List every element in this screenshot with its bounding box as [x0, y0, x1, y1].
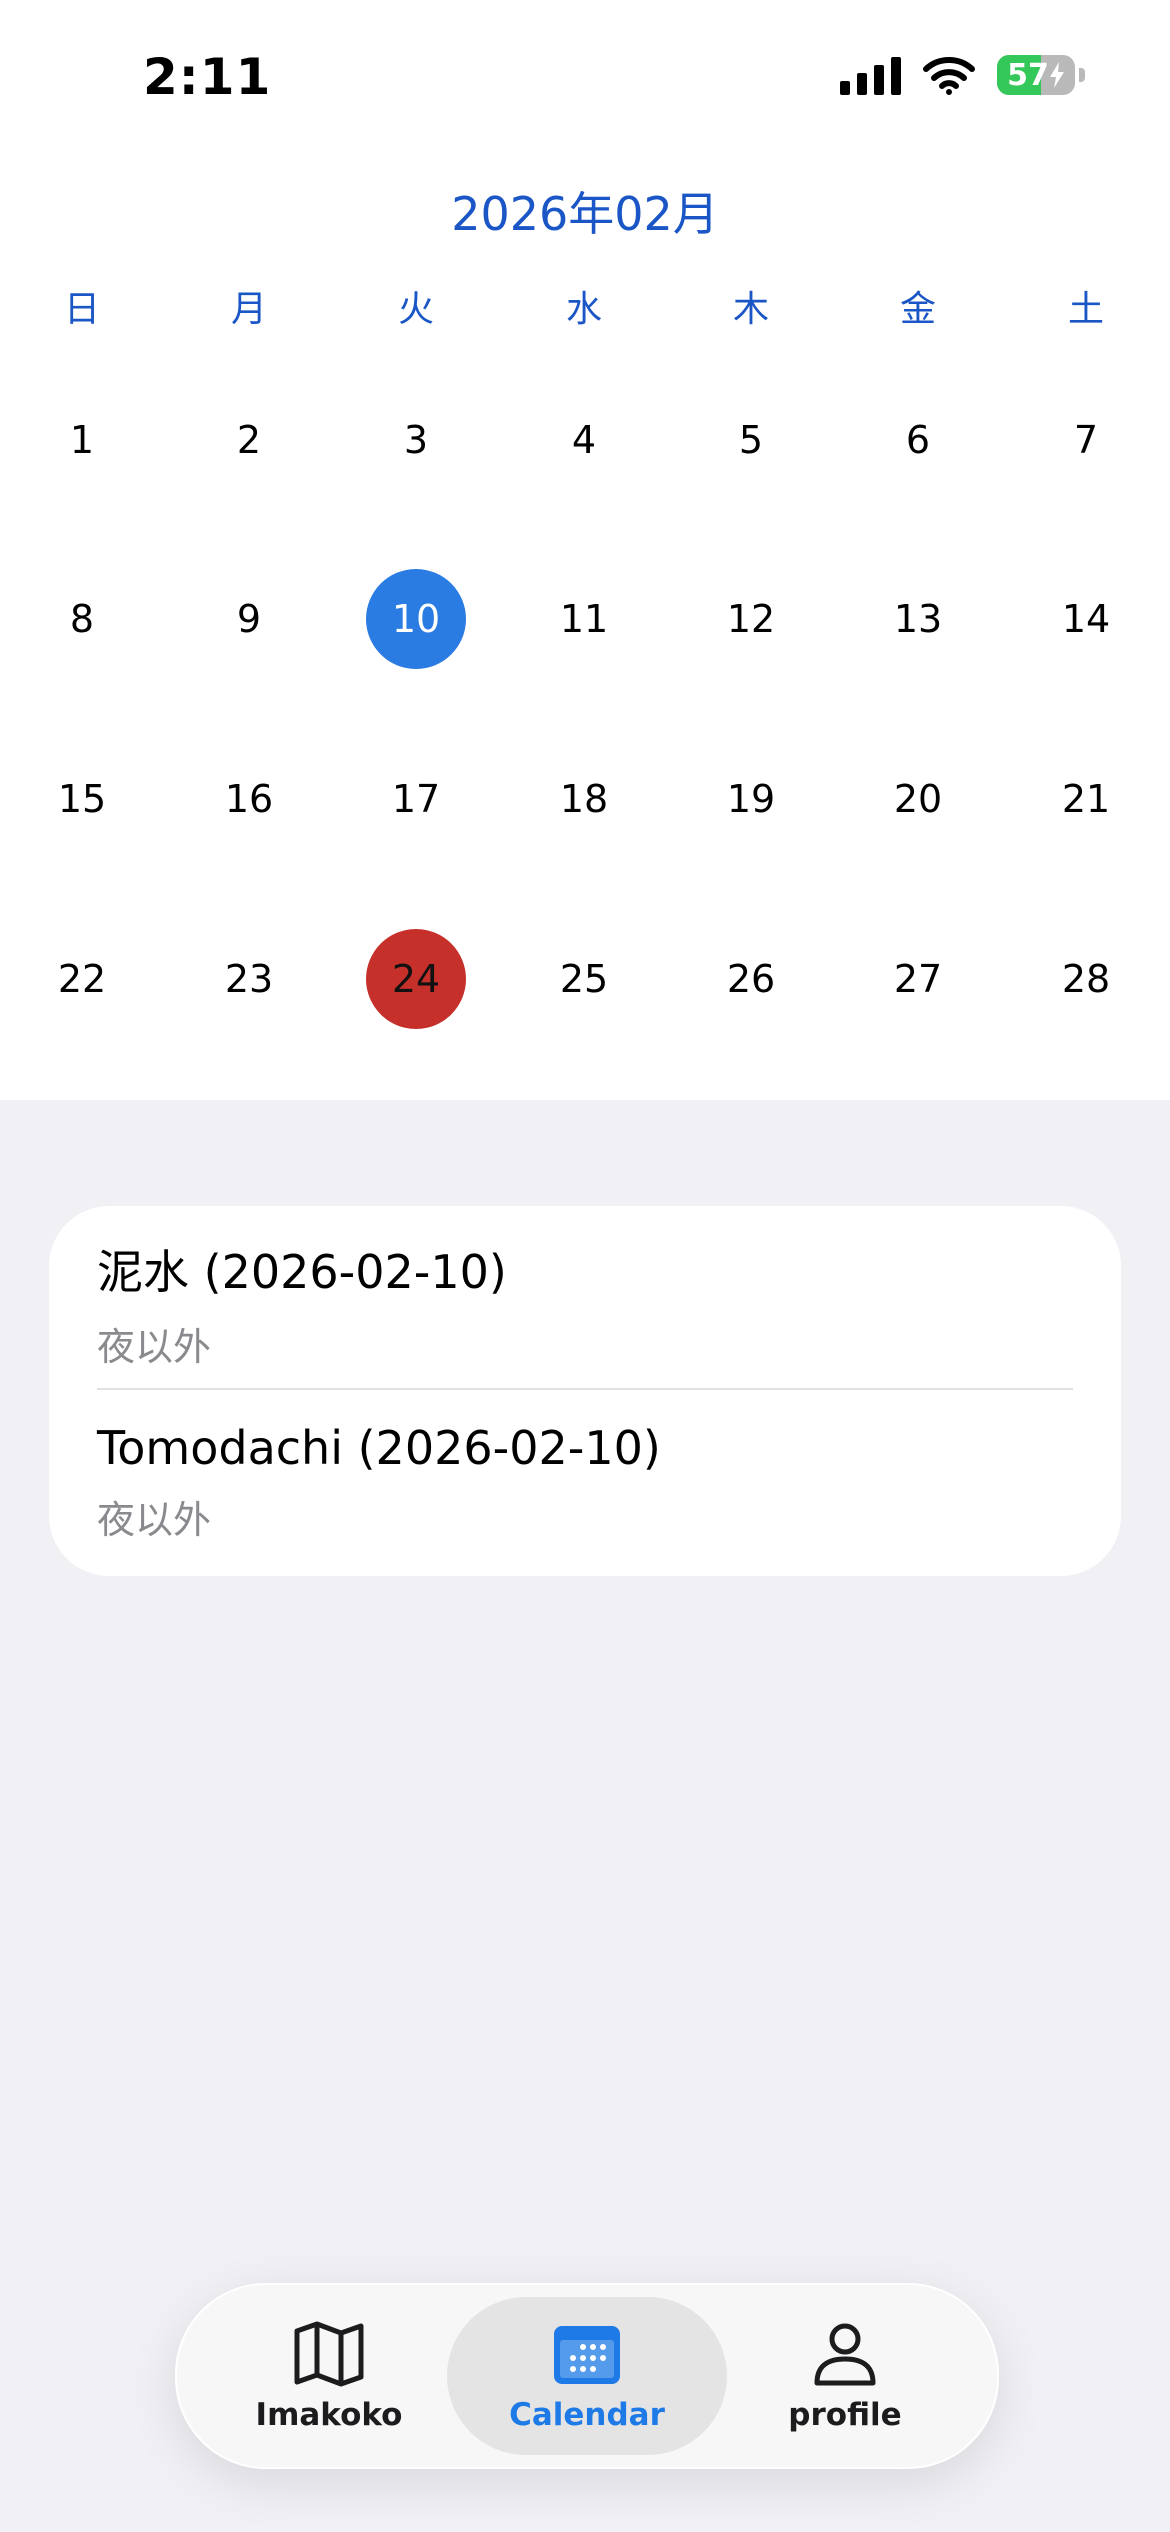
day-cell[interactable]: 1	[32, 390, 132, 490]
day-cell[interactable]: 12	[701, 569, 801, 669]
day-cell[interactable]: 5	[701, 390, 801, 490]
day-cell[interactable]: 9	[199, 569, 299, 669]
day-cell[interactable]: 21	[1036, 749, 1136, 849]
event-subtitle: 夜以外	[97, 1325, 212, 1369]
wifi-icon	[923, 57, 975, 95]
day-cell[interactable]: 19	[701, 749, 801, 849]
day-cell[interactable]: 4	[534, 390, 634, 490]
month-title[interactable]: 2026年02月	[0, 178, 1170, 244]
weekday-label: 月	[230, 289, 267, 330]
event-subtitle: 夜以外	[97, 1498, 212, 1542]
weekday-header: 日月火水木金土	[0, 280, 1170, 330]
day-cell[interactable]: 15	[32, 749, 132, 849]
day-cell[interactable]: 3	[366, 390, 466, 490]
tab-calendar[interactable]: Calendar	[447, 2297, 727, 2455]
day-cell[interactable]: 20	[868, 749, 968, 849]
day-cell[interactable]: 2	[199, 390, 299, 490]
day-cell[interactable]: 11	[534, 569, 634, 669]
tab-label: profile	[788, 2397, 902, 2433]
person-icon	[805, 2319, 885, 2389]
calendar-icon	[547, 2319, 627, 2389]
day-cell[interactable]: 28	[1036, 929, 1136, 1029]
day-cell[interactable]: 17	[366, 749, 466, 849]
day-cell[interactable]: 25	[534, 929, 634, 1029]
weekday-label: 水	[565, 289, 602, 330]
day-cell[interactable]: 13	[868, 569, 968, 669]
event-title: Tomodachi (2026-02-10)	[97, 1421, 661, 1475]
day-cell[interactable]: 6	[868, 390, 968, 490]
charging-bolt-icon	[1049, 62, 1064, 88]
day-cell[interactable]: 8	[32, 569, 132, 669]
day-cell[interactable]: 10	[366, 569, 466, 669]
event-divider	[97, 1388, 1073, 1390]
status-icons: 57	[840, 55, 1085, 95]
weekday-label: 土	[1067, 289, 1104, 330]
event-item[interactable]: 泥水 (2026-02-10) 夜以外	[97, 1236, 1073, 1371]
tab-bar: Imakoko Calendar profile	[175, 2283, 999, 2469]
status-time: 2:11	[143, 48, 272, 106]
battery-level: 57	[1007, 57, 1049, 93]
tab-label: Imakoko	[255, 2397, 403, 2433]
cellular-signal-icon	[840, 55, 901, 95]
tab-label: Calendar	[509, 2397, 665, 2433]
day-cell[interactable]: 26	[701, 929, 801, 1029]
day-cell[interactable]: 23	[199, 929, 299, 1029]
day-cell[interactable]: 27	[868, 929, 968, 1029]
weekday-label: 金	[899, 289, 936, 330]
event-item[interactable]: Tomodachi (2026-02-10) 夜以外	[97, 1421, 1073, 1544]
day-cell[interactable]: 7	[1036, 390, 1136, 490]
weekday-label: 日	[63, 289, 100, 330]
day-cell[interactable]: 22	[32, 929, 132, 1029]
day-cell[interactable]: 14	[1036, 569, 1136, 669]
day-cell[interactable]: 24	[366, 929, 466, 1029]
battery-icon: 57	[997, 55, 1075, 95]
events-list: 泥水 (2026-02-10) 夜以外 Tomodachi (2026-02-1…	[49, 1206, 1121, 1576]
tab-profile[interactable]: profile	[705, 2297, 985, 2455]
event-title: 泥水 (2026-02-10)	[97, 1245, 507, 1299]
weekday-label: 火	[397, 289, 434, 330]
day-cell[interactable]: 16	[199, 749, 299, 849]
day-cell[interactable]: 18	[534, 749, 634, 849]
weekday-label: 木	[732, 289, 769, 330]
map-icon	[289, 2319, 369, 2389]
tab-imakoko[interactable]: Imakoko	[189, 2297, 469, 2455]
battery-tip	[1079, 68, 1085, 82]
